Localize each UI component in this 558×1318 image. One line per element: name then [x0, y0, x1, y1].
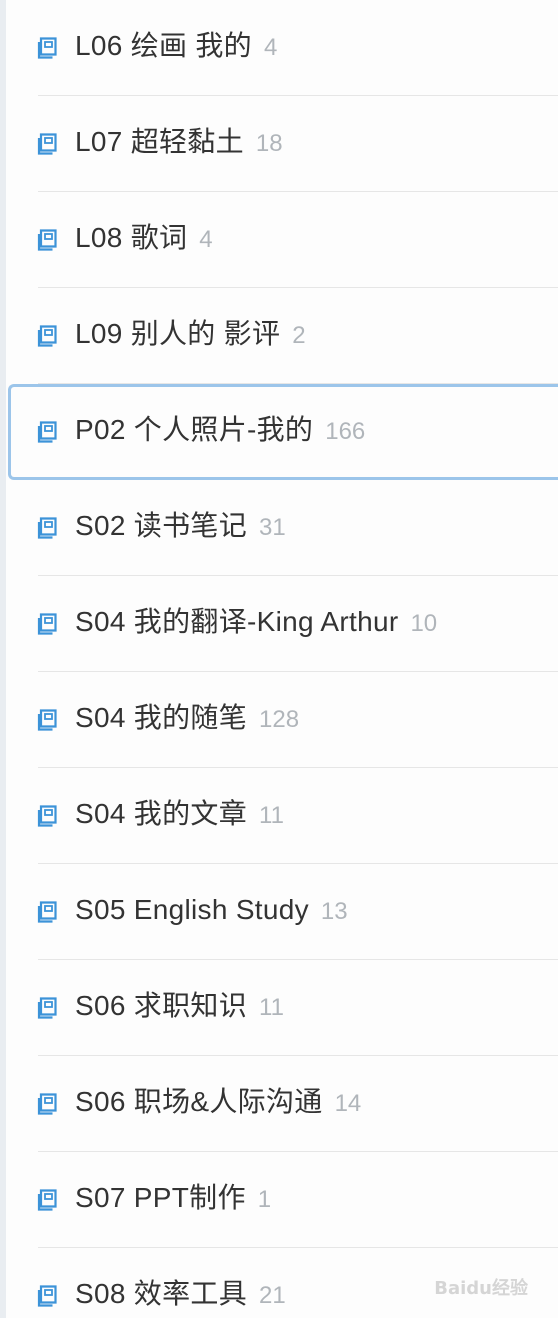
- notebook-icon: [37, 1188, 59, 1212]
- notebook-name: S04 我的文章: [75, 798, 247, 829]
- notebook-item[interactable]: S06 职场&人际沟通 14: [0, 1056, 558, 1152]
- watermark: Baidu经验: [434, 1278, 528, 1299]
- notebook-name: S04 我的随笔: [75, 702, 247, 733]
- notebook-count: 18: [255, 130, 283, 157]
- notebook-label: L07 超轻黏土 18: [75, 122, 283, 162]
- notebook-label: P02 个人照片-我的 166: [75, 410, 365, 450]
- notebook-icon: [37, 324, 59, 348]
- notebook-label: S05 English Study 13: [75, 890, 348, 930]
- notebook-count: 4: [263, 34, 278, 61]
- notebook-label: S06 求职知识 11: [75, 986, 284, 1026]
- notebook-item[interactable]: L07 超轻黏土 18: [0, 96, 558, 192]
- notebook-item[interactable]: S02 读书笔记 31: [0, 480, 558, 576]
- notebook-list-panel: L06 绘画 我的 4 L07 超轻黏土 18 L08 歌词 4 L09 别人的 影评…: [0, 0, 558, 1318]
- notebook-item[interactable]: S04 我的文章 11: [0, 768, 558, 864]
- notebook-count: 128: [259, 706, 300, 733]
- notebook-label: S04 我的随笔 128: [75, 698, 299, 738]
- notebook-name: P02 个人照片-我的: [75, 414, 314, 445]
- notebook-name: L08 歌词: [75, 222, 188, 253]
- notebook-item[interactable]: L08 歌词 4: [0, 192, 558, 288]
- notebook-count: 14: [334, 1090, 362, 1117]
- notebook-item[interactable]: S07 PPT制作 1: [0, 1152, 558, 1248]
- notebook-label: L06 绘画 我的 4: [75, 26, 277, 66]
- notebook-list: L06 绘画 我的 4 L07 超轻黏土 18 L08 歌词 4 L09 别人的 影评…: [0, 0, 558, 1318]
- notebook-icon: [37, 516, 59, 540]
- notebook-icon: [37, 1092, 59, 1116]
- notebook-count: 31: [259, 514, 286, 541]
- notebook-icon: [37, 996, 59, 1020]
- notebook-icon: [37, 36, 59, 60]
- notebook-label: S04 我的文章 11: [75, 794, 284, 834]
- notebook-label: S07 PPT制作 1: [75, 1178, 271, 1218]
- notebook-label: S06 职场&人际沟通 14: [75, 1082, 361, 1122]
- notebook-count: 21: [259, 1282, 286, 1309]
- notebook-item[interactable]: L09 别人的 影评 2: [0, 288, 558, 384]
- notebook-icon: [37, 804, 59, 828]
- notebook-name: S07 PPT制作: [75, 1182, 246, 1213]
- notebook-item[interactable]: S04 我的随笔 128: [0, 672, 558, 768]
- notebook-count: 11: [259, 802, 284, 829]
- notebook-icon: [37, 612, 59, 636]
- notebook-label: S02 读书笔记 31: [75, 506, 286, 546]
- notebook-label: S04 我的翻译-King Arthur 10: [75, 602, 437, 642]
- notebook-count: 166: [325, 418, 366, 445]
- notebook-item[interactable]: S04 我的翻译-King Arthur 10: [0, 576, 558, 672]
- notebook-icon: [37, 900, 59, 924]
- notebook-count: 4: [199, 226, 213, 253]
- notebook-name: S08 效率工具: [75, 1278, 247, 1309]
- notebook-icon: [37, 132, 59, 156]
- notebook-name: L07 超轻黏土: [75, 126, 244, 157]
- notebook-name: S05 English Study: [75, 894, 309, 925]
- notebook-item[interactable]: L06 绘画 我的 4: [0, 0, 558, 96]
- notebook-name: L06 绘画 我的: [75, 30, 252, 61]
- notebook-icon: [37, 1284, 59, 1308]
- notebook-label: S08 效率工具 21: [75, 1274, 286, 1314]
- notebook-count: 13: [320, 898, 348, 925]
- notebook-count: 11: [259, 994, 284, 1021]
- notebook-count: 10: [410, 610, 438, 637]
- notebook-count: 1: [257, 1186, 272, 1213]
- notebook-label: L08 歌词 4: [75, 218, 213, 258]
- notebook-name: S06 职场&人际沟通: [75, 1086, 323, 1117]
- notebook-icon: [37, 420, 59, 444]
- notebook-item[interactable]: S05 English Study 13: [0, 864, 558, 960]
- notebook-icon: [37, 228, 59, 252]
- notebook-name: S02 读书笔记: [75, 510, 247, 541]
- notebook-name: L09 别人的 影评: [75, 318, 281, 349]
- notebook-label: L09 别人的 影评 2: [75, 314, 306, 354]
- notebook-name: S04 我的翻译-King Arthur: [75, 606, 399, 637]
- notebook-count: 2: [292, 322, 306, 349]
- notebook-name: S06 求职知识: [75, 990, 247, 1021]
- notebook-item-selected[interactable]: P02 个人照片-我的 166: [0, 384, 558, 480]
- notebook-icon: [37, 708, 59, 732]
- notebook-item[interactable]: S06 求职知识 11: [0, 960, 558, 1056]
